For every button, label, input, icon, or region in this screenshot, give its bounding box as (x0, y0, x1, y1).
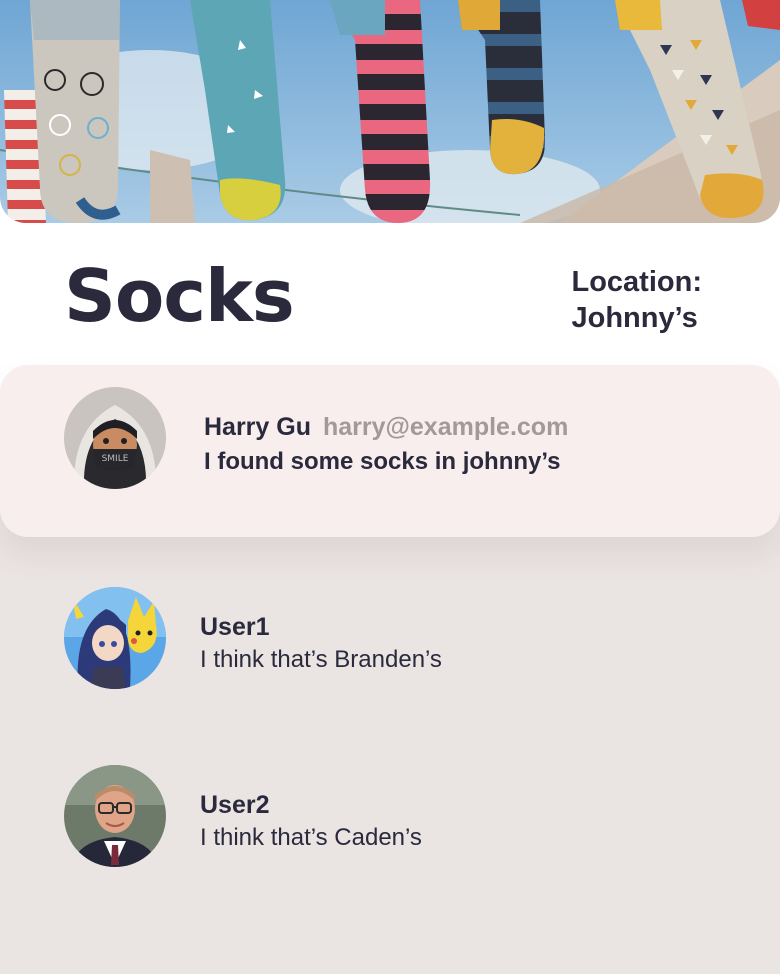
avatar[interactable] (64, 587, 166, 689)
mask-text: SMILE (102, 454, 129, 464)
comment-author-email[interactable]: harry@example.com (323, 413, 568, 441)
comment-body: User2 I think that’s Caden’s (200, 791, 422, 852)
avatar[interactable]: SMILE (64, 387, 166, 489)
comment-card-featured[interactable]: SMILE Harry Gu harry@example.com I found … (0, 365, 780, 537)
hooded-avatar-icon: SMILE (64, 387, 166, 489)
avatar[interactable] (64, 765, 166, 867)
comment-card[interactable]: User1 I think that’s Branden’s (0, 587, 780, 689)
comment-author[interactable]: Harry Gu (204, 413, 311, 441)
comment-card[interactable]: User2 I think that’s Caden’s (0, 765, 780, 867)
comment-author[interactable]: User2 (200, 791, 270, 819)
comment-text: I found some socks in johnny’s (204, 448, 561, 475)
location-value: Johnny’s (571, 302, 698, 334)
comment-text: I think that’s Branden’s (200, 646, 442, 673)
location-info: Location: Johnny’s (572, 264, 703, 336)
hero-image (0, 0, 780, 223)
location-label: Location: (571, 266, 703, 298)
post-page: Socks Location: Johnny’s SMILE Harry Gu h… (0, 0, 780, 974)
anime-character-avatar-icon (64, 587, 166, 689)
man-with-glasses-avatar-icon (64, 765, 166, 867)
comment-body: User1 I think that’s Branden’s (200, 613, 442, 674)
comment-author[interactable]: User1 (200, 613, 270, 641)
post-title: Socks (64, 254, 295, 338)
comment-text: I think that’s Caden’s (200, 824, 422, 851)
comment-body: Harry Gu harry@example.com I found some s… (204, 413, 568, 476)
socks-photo (0, 0, 780, 223)
